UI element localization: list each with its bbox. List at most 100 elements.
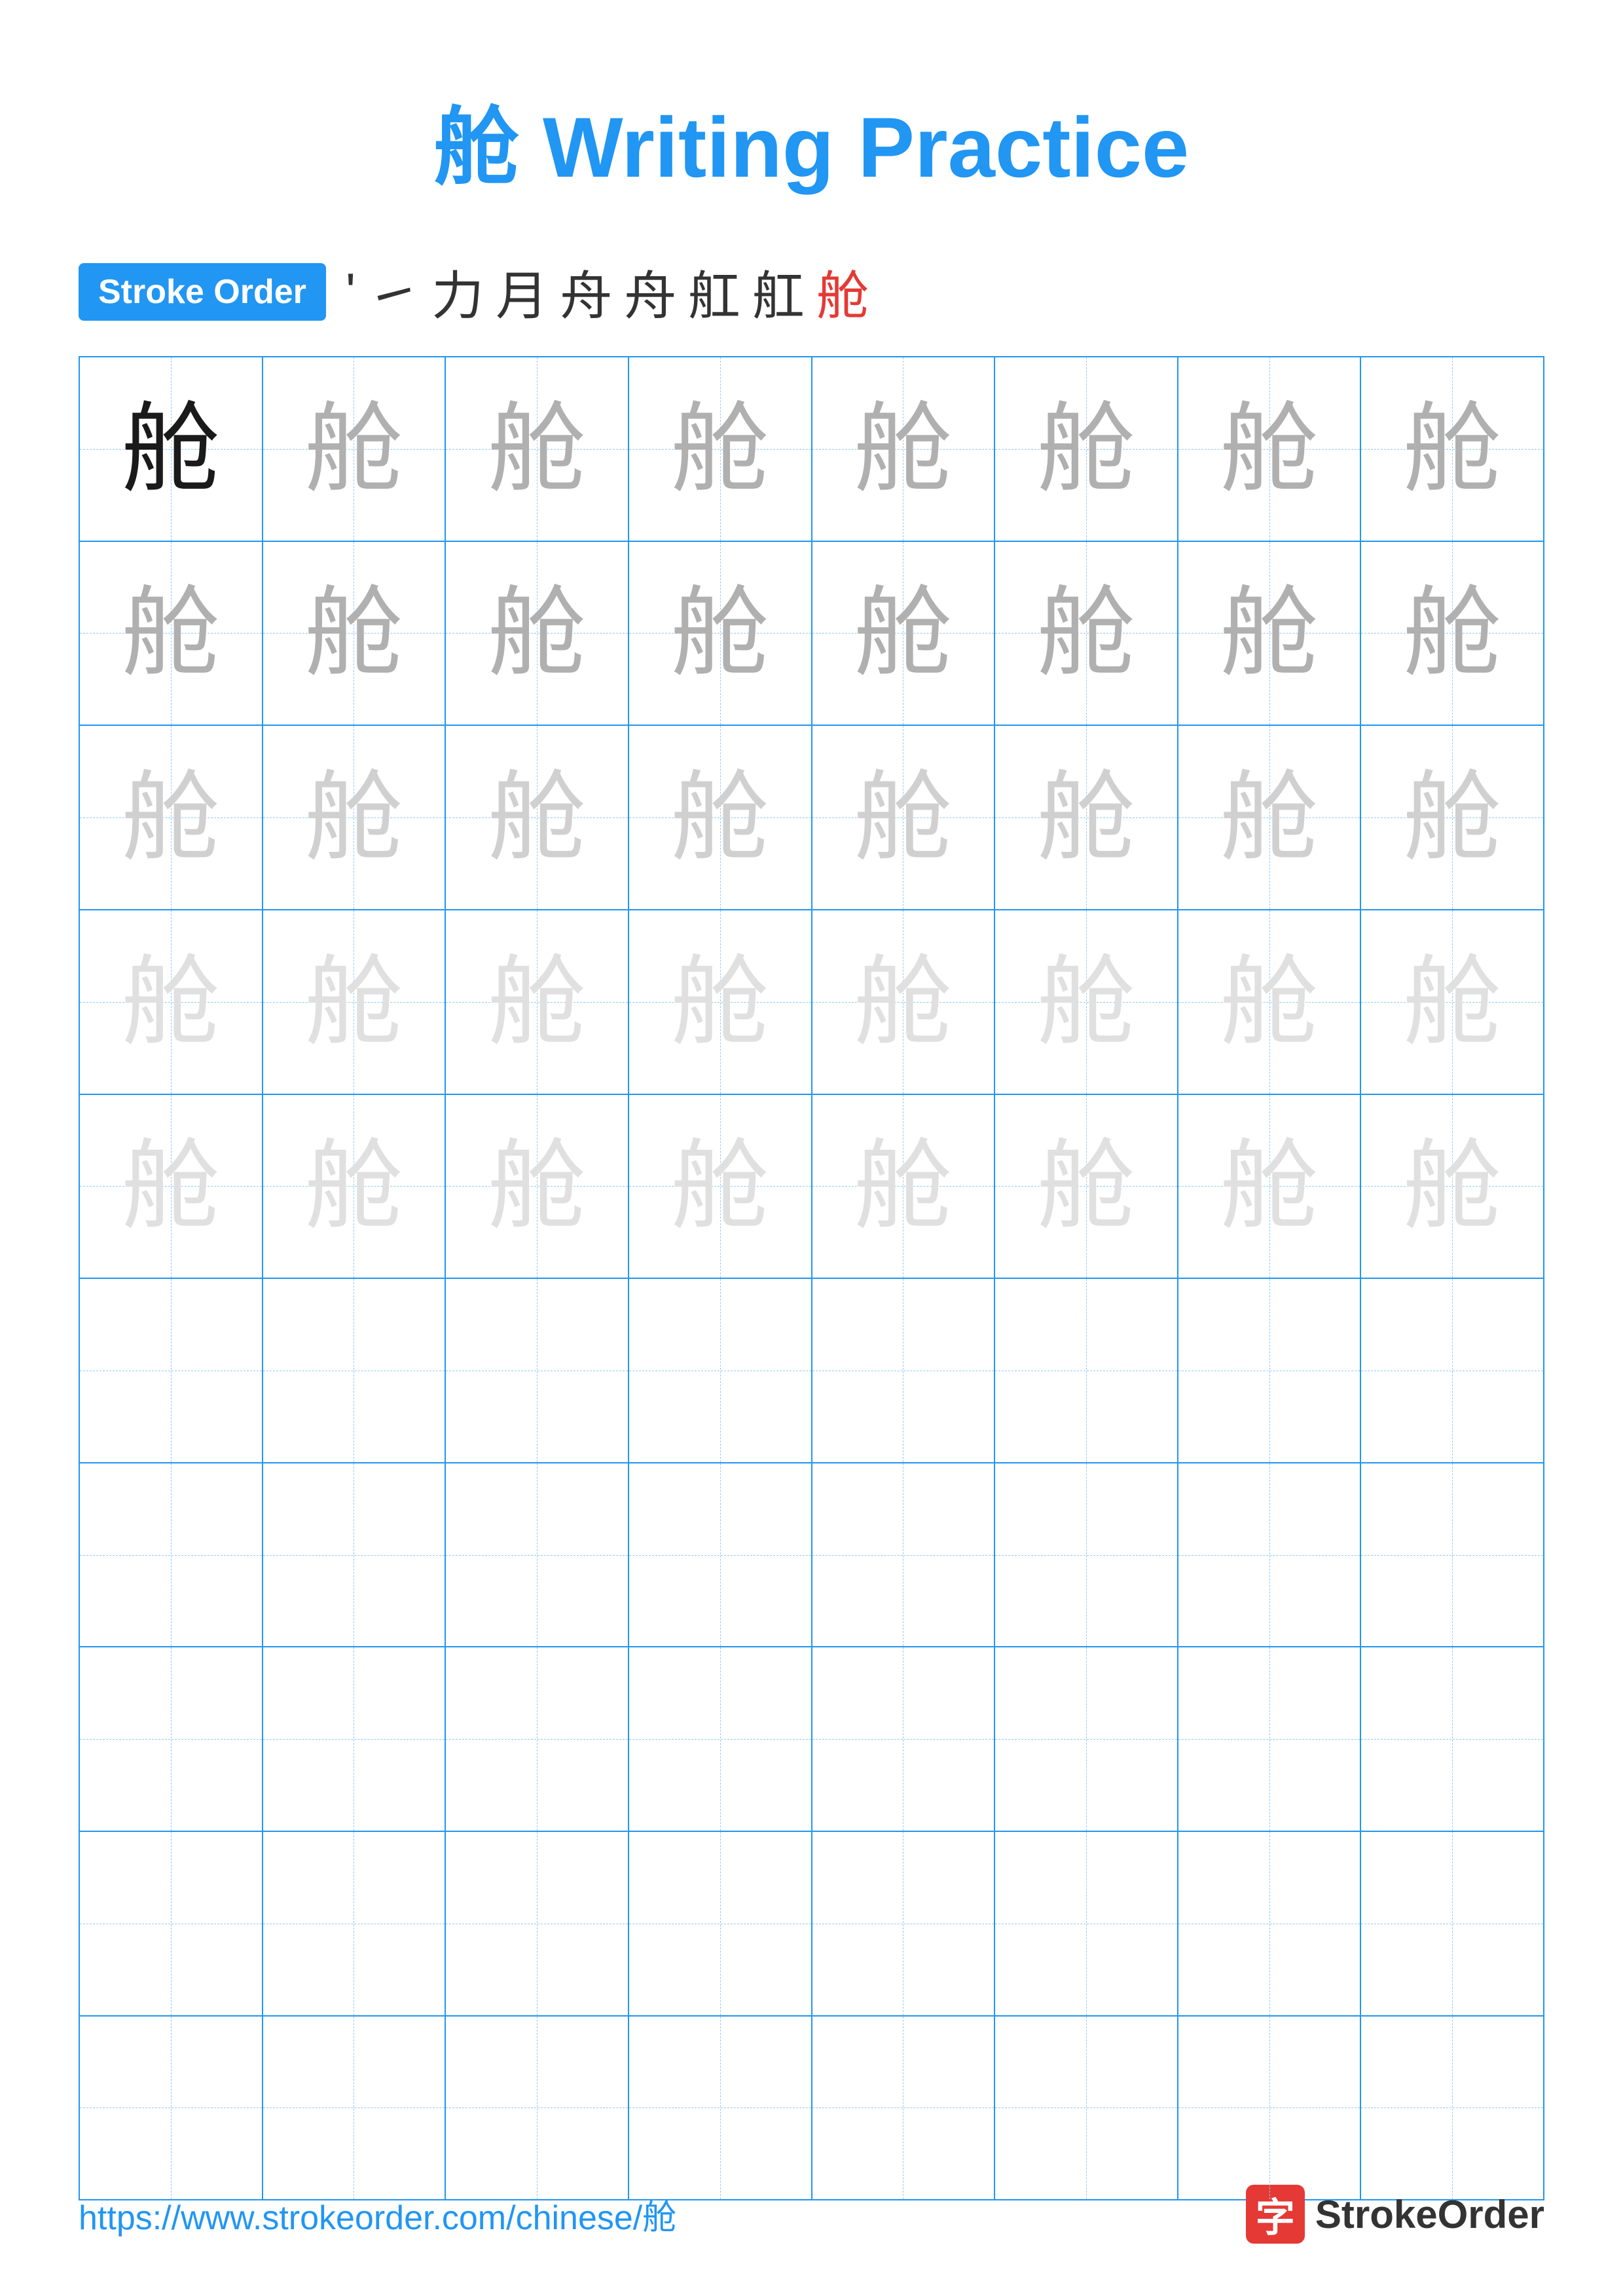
grid-cell[interactable]: 舱	[812, 726, 996, 909]
grid-cell[interactable]: 舱	[1361, 910, 1543, 1094]
grid-row	[80, 1832, 1543, 2017]
grid-cell[interactable]: 舱	[629, 726, 812, 909]
grid-cell[interactable]: 舱	[1178, 1095, 1362, 1278]
grid-cell[interactable]: 舱	[812, 910, 996, 1094]
grid-cell[interactable]	[1361, 1463, 1543, 1647]
grid-cell[interactable]: 舱	[995, 1095, 1178, 1278]
grid-cell[interactable]	[629, 1832, 812, 2015]
grid-cell[interactable]: 舱	[812, 357, 996, 541]
grid-cell[interactable]	[812, 1647, 996, 1831]
grid-cell[interactable]	[446, 1832, 629, 2015]
grid-cell[interactable]	[80, 2017, 263, 2200]
grid-cell[interactable]: 舱	[446, 726, 629, 909]
grid-cell[interactable]	[629, 1279, 812, 1462]
grid-cell[interactable]	[629, 1647, 812, 1831]
character-ghost: 舱	[1403, 768, 1501, 867]
grid-cell[interactable]	[1361, 2017, 1543, 2200]
grid-cell[interactable]: 舱	[995, 542, 1178, 725]
grid-cell[interactable]	[812, 1832, 996, 2015]
character-ghost: 舱	[854, 1137, 952, 1235]
character-ghost: 舱	[122, 1137, 220, 1235]
character-ghost: 舱	[854, 400, 952, 498]
footer-logo: 字 StrokeOrder	[1246, 2185, 1544, 2244]
grid-cell[interactable]: 舱	[1178, 357, 1362, 541]
grid-cell[interactable]: 舱	[263, 542, 447, 725]
stroke-seq-item: ㇀	[367, 254, 420, 330]
grid-cell[interactable]	[1178, 2017, 1362, 2200]
grid-cell[interactable]: 舱	[629, 910, 812, 1094]
grid-cell[interactable]	[1178, 1463, 1362, 1647]
grid-cell[interactable]	[446, 2017, 629, 2200]
grid-cell[interactable]	[629, 1463, 812, 1647]
grid-cell[interactable]: 舱	[446, 1095, 629, 1278]
grid-cell[interactable]	[1361, 1647, 1543, 1831]
grid-cell[interactable]	[80, 1832, 263, 2015]
grid-cell[interactable]	[1178, 1279, 1362, 1462]
grid-cell[interactable]: 舱	[1361, 726, 1543, 909]
grid-cell[interactable]	[80, 1279, 263, 1462]
grid-cell[interactable]: 舱	[80, 357, 263, 541]
grid-cell[interactable]	[263, 1279, 447, 1462]
grid-cell[interactable]	[812, 2017, 996, 2200]
character-ghost: 舱	[122, 400, 220, 498]
grid-cell[interactable]	[263, 1647, 447, 1831]
grid-cell[interactable]	[1178, 1832, 1362, 2015]
grid-cell[interactable]: 舱	[263, 910, 447, 1094]
grid-cell[interactable]	[995, 1647, 1178, 1831]
grid-cell[interactable]	[263, 1832, 447, 2015]
grid-cell[interactable]: 舱	[629, 1095, 812, 1278]
grid-cell[interactable]	[80, 1463, 263, 1647]
grid-cell[interactable]	[1361, 1832, 1543, 2015]
grid-cell[interactable]: 舱	[1361, 357, 1543, 541]
grid-cell[interactable]: 舱	[629, 542, 812, 725]
grid-cell[interactable]: 舱	[80, 542, 263, 725]
grid-cell[interactable]: 舱	[1178, 910, 1362, 1094]
grid-cell[interactable]	[446, 1463, 629, 1647]
grid-cell[interactable]: 舱	[1178, 726, 1362, 909]
grid-cell[interactable]	[995, 2017, 1178, 2200]
grid-cell[interactable]	[446, 1279, 629, 1462]
grid-cell[interactable]	[263, 2017, 447, 2200]
grid-cell[interactable]	[812, 1279, 996, 1462]
grid-cell[interactable]: 舱	[1361, 1095, 1543, 1278]
character-ghost: 舱	[1220, 768, 1319, 867]
grid-cell[interactable]: 舱	[80, 910, 263, 1094]
grid-cell[interactable]	[263, 1463, 447, 1647]
grid-cell[interactable]: 舱	[1361, 542, 1543, 725]
grid-cell[interactable]: 舱	[263, 1095, 447, 1278]
grid-cell[interactable]: 舱	[1178, 542, 1362, 725]
grid-cell[interactable]	[1178, 1647, 1362, 1831]
grid-cell[interactable]: 舱	[995, 357, 1178, 541]
grid-cell[interactable]: 舱	[446, 910, 629, 1094]
grid-cell[interactable]: 舱	[263, 726, 447, 909]
grid-cell[interactable]	[629, 2017, 812, 2200]
grid-cell[interactable]	[1361, 1279, 1543, 1462]
grid-cell[interactable]: 舱	[812, 1095, 996, 1278]
grid-cell[interactable]: 舱	[995, 910, 1178, 1094]
grid-cell[interactable]	[995, 1832, 1178, 2015]
character-ghost: 舱	[488, 953, 586, 1051]
grid-cell[interactable]: 舱	[812, 542, 996, 725]
grid-cell[interactable]: 舱	[263, 357, 447, 541]
character-ghost: 舱	[1403, 1137, 1501, 1235]
character-ghost: 舱	[1037, 584, 1135, 682]
grid-cell[interactable]: 舱	[629, 357, 812, 541]
grid-cell[interactable]	[995, 1463, 1178, 1647]
character-ghost: 舱	[1220, 400, 1319, 498]
character-ghost: 舱	[488, 584, 586, 682]
logo-text: StrokeOrder	[1315, 2192, 1544, 2237]
grid-cell[interactable]	[80, 1647, 263, 1831]
grid-cell[interactable]: 舱	[446, 542, 629, 725]
character-ghost: 舱	[1037, 953, 1135, 1051]
stroke-seq-item: 舡	[688, 254, 740, 330]
grid-cell[interactable]	[446, 1647, 629, 1831]
grid-cell[interactable]: 舱	[80, 1095, 263, 1278]
grid-cell[interactable]: 舱	[446, 357, 629, 541]
footer-url[interactable]: https://www.strokeorder.com/chinese/舱	[79, 2190, 676, 2239]
character-ghost: 舱	[1220, 584, 1319, 682]
grid-row: 舱舱舱舱舱舱舱舱	[80, 542, 1543, 726]
grid-cell[interactable]: 舱	[995, 726, 1178, 909]
grid-cell[interactable]	[812, 1463, 996, 1647]
grid-cell[interactable]: 舱	[80, 726, 263, 909]
grid-cell[interactable]	[995, 1279, 1178, 1462]
